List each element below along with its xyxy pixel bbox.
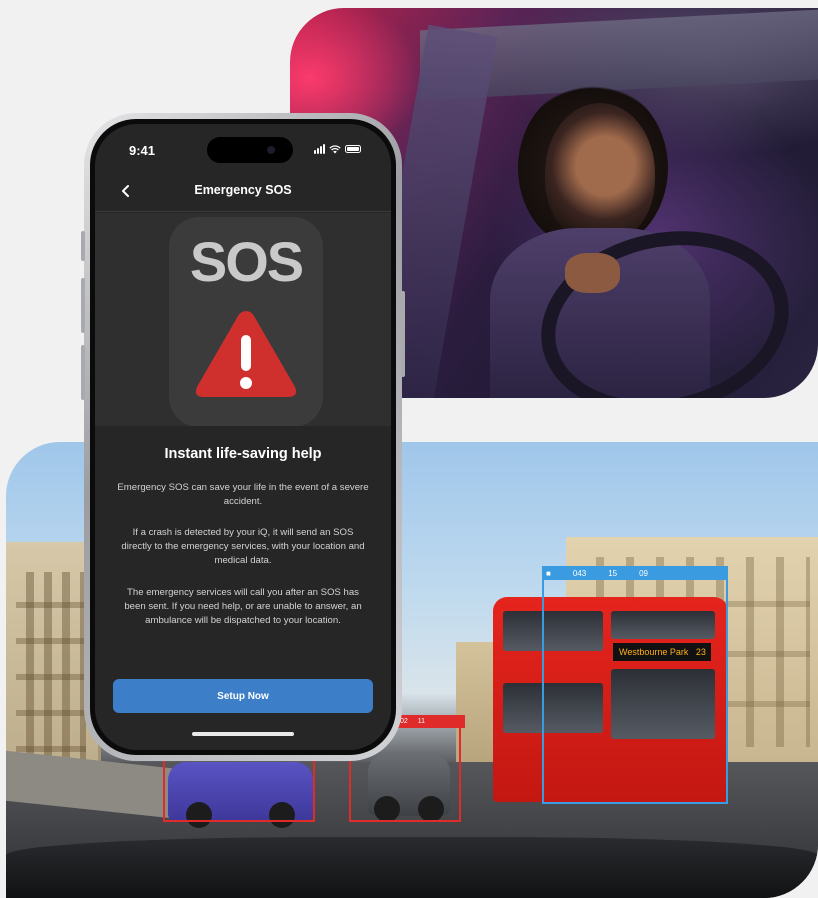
bus-icon: ■ — [546, 568, 551, 578]
phone-mockup: 9:41 Emergency SOS SOS Instant life-savi… — [81, 113, 405, 761]
volume-up-button — [81, 278, 85, 333]
action-button — [81, 231, 85, 261]
driver-face — [545, 103, 655, 243]
status-bar: 9:41 — [95, 124, 391, 172]
bus-detection-label: ■ 043 15 09 — [542, 566, 728, 580]
system-icons — [314, 144, 361, 154]
home-indicator[interactable] — [192, 732, 294, 736]
power-button — [401, 291, 405, 377]
purple-car-detection-box — [163, 758, 315, 822]
dynamic-island — [207, 137, 293, 163]
phone-screen: 9:41 Emergency SOS SOS Instant life-savi… — [95, 124, 391, 750]
volume-down-button — [81, 345, 85, 400]
nav-bar: Emergency SOS — [95, 172, 391, 212]
battery-icon — [345, 145, 361, 153]
setup-now-button[interactable]: Setup Now — [113, 679, 373, 713]
paragraph-crash-detection: If a crash is detected by your iQ, it wi… — [121, 527, 365, 566]
paragraph-intro: Emergency SOS can save your life in the … — [117, 482, 369, 507]
car-detection-label: 02 11 — [396, 715, 465, 728]
status-time: 9:41 — [129, 143, 156, 158]
signal-icon — [314, 144, 325, 154]
sos-hero: SOS — [95, 213, 391, 427]
wifi-icon — [329, 144, 341, 153]
paragraph-emergency-call: The emergency services will call you aft… — [124, 587, 362, 626]
section-heading: Instant life-saving help — [164, 446, 322, 462]
page-title: Emergency SOS — [194, 183, 292, 197]
driver-hand — [565, 253, 620, 293]
sos-label: SOS — [189, 230, 304, 293]
warning-triangle-icon — [195, 311, 297, 397]
dashboard — [6, 837, 818, 898]
bus-detection-box: ■ 043 15 09 — [542, 566, 728, 804]
